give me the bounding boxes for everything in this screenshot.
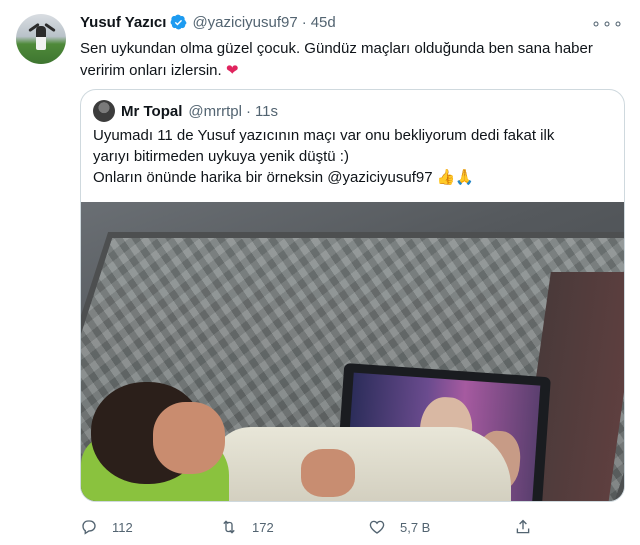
heart-emoji: ❤ [225, 62, 239, 79]
photo-child-face [153, 402, 225, 474]
tweet: Yusuf Yazıcı @yaziciyusuf97 · 45d ∘∘∘ Se… [0, 0, 640, 545]
retweet-count: 172 [252, 519, 274, 535]
quoted-author-handle: @mrrtpl [188, 102, 242, 120]
tweet-header: Yusuf Yazıcı @yaziciyusuf97 · 45d [80, 14, 336, 31]
quoted-text-line: yarıyı bitirmeden uykuya yenik düştü :) [93, 148, 349, 165]
quoted-author-name: Mr Topal [121, 102, 183, 120]
quoted-tweet-photo[interactable] [81, 202, 624, 501]
like-button[interactable]: 5,7 B [368, 518, 430, 536]
quoted-tweet-header: Mr Topal @mrrtpl · 11s [93, 100, 278, 122]
reply-count: 112 [112, 519, 133, 535]
author-handle[interactable]: @yaziciyusuf97 [192, 14, 297, 31]
tweet-time[interactable]: 45d [311, 14, 336, 31]
more-icon[interactable]: ∘∘∘ [591, 14, 624, 34]
separator-dot: · [245, 102, 251, 120]
separator-dot: · [301, 14, 307, 31]
quoted-text-line: Uyumadı 11 de Yusuf yazıcının maçı var o… [93, 127, 555, 144]
reply-icon [82, 520, 96, 535]
share-icon [516, 519, 530, 534]
quoted-tweet[interactable]: Mr Topal @mrrtpl · 11s Uyumadı 11 de Yus… [80, 89, 625, 502]
quoted-text-line: Onların önünde harika bir örneksin @yazi… [93, 169, 475, 186]
photo-blanket [211, 427, 511, 501]
reply-button[interactable]: 112 [80, 518, 133, 536]
verified-badge-icon [171, 14, 187, 30]
avatar-figure [36, 26, 46, 50]
quoted-author-avatar [93, 100, 115, 122]
like-icon [369, 520, 385, 534]
photo-child-hand [301, 449, 355, 497]
like-count: 5,7 B [400, 519, 431, 535]
share-button[interactable] [514, 518, 546, 536]
author-avatar[interactable] [16, 14, 66, 64]
tweet-text-block: Sen uykundan olma güzel çocuk. Gündüz ma… [80, 38, 625, 82]
quoted-tweet-time: 11s [254, 102, 279, 120]
author-name[interactable]: Yusuf Yazıcı [80, 14, 166, 31]
retweet-button[interactable]: 172 [220, 518, 274, 536]
retweet-icon [223, 520, 235, 534]
tweet-text: Sen uykundan olma güzel çocuk. Gündüz ma… [80, 40, 593, 79]
tweet-actions: 112 172 5,7 B [80, 518, 625, 542]
quoted-tweet-text: Uyumadı 11 de Yusuf yazıcının maçı var o… [93, 125, 613, 188]
